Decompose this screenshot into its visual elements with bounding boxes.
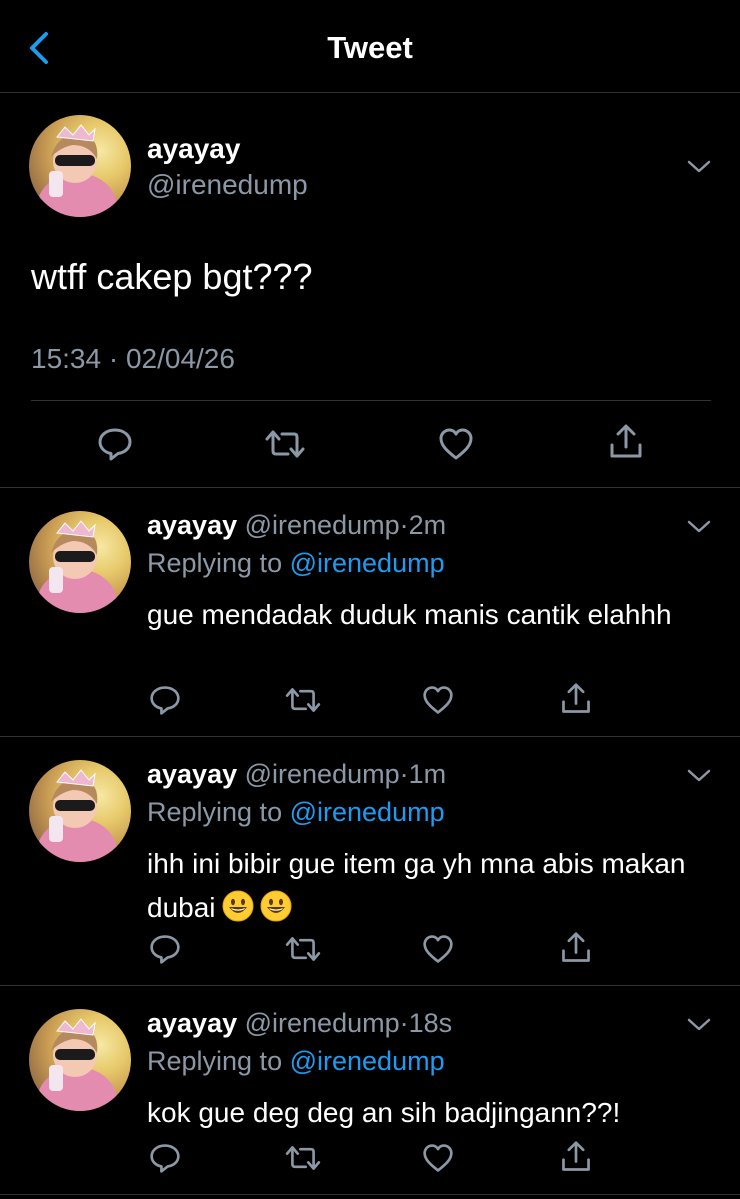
- reply-header: ayayay @irenedump·1m: [147, 759, 446, 790]
- chevron-down-icon[interactable]: [686, 768, 712, 784]
- reply-tweet[interactable]: ayayay @irenedump·18s Replying to @irene…: [0, 986, 740, 1195]
- mention-link[interactable]: @irenedump: [290, 548, 445, 578]
- user-handle[interactable]: @irenedump: [245, 510, 400, 540]
- like-icon[interactable]: [421, 684, 455, 716]
- like-icon[interactable]: [421, 933, 455, 965]
- share-icon[interactable]: [607, 423, 645, 461]
- share-icon[interactable]: [559, 1140, 593, 1174]
- reply-header: ayayay @irenedump·18s: [147, 1008, 452, 1039]
- display-name[interactable]: ayayay: [147, 1008, 237, 1038]
- divider: [31, 400, 711, 401]
- tweet-text: wtff cakep bgt???: [31, 256, 313, 297]
- replying-to: Replying to @irenedump: [147, 548, 445, 579]
- reply-time: 2m: [408, 510, 447, 540]
- chevron-down-icon[interactable]: [686, 519, 712, 535]
- separator-dot: ·: [399, 510, 409, 540]
- replying-prefix: Replying to: [147, 797, 283, 827]
- reply-time: 1m: [408, 759, 447, 789]
- retweet-icon[interactable]: [284, 934, 322, 964]
- mention-link[interactable]: @irenedump: [290, 1046, 445, 1076]
- display-name[interactable]: ayayay: [147, 510, 237, 540]
- reply-text: gue mendadak duduk manis cantik elahhh: [147, 599, 672, 630]
- like-icon[interactable]: [421, 1142, 455, 1174]
- reply-text-container: ihh ini bibir gue item ga yh mna abis ma…: [147, 842, 707, 930]
- reply-icon[interactable]: [148, 684, 182, 716]
- chevron-down-icon[interactable]: [686, 159, 712, 175]
- display-name[interactable]: ayayay: [147, 133, 240, 165]
- reply-text: kok gue deg deg an sih badjingann??!: [147, 1097, 621, 1128]
- user-handle[interactable]: @irenedump: [147, 169, 308, 201]
- separator-dot: ·: [399, 1008, 409, 1038]
- reply-icon[interactable]: [96, 426, 134, 462]
- user-handle[interactable]: @irenedump: [245, 1008, 400, 1038]
- reply-tweet[interactable]: ayayay @irenedump·1m Replying to @irened…: [0, 737, 740, 986]
- retweet-icon[interactable]: [264, 427, 306, 461]
- reply-icon[interactable]: [148, 933, 182, 965]
- reply-icon[interactable]: [148, 1142, 182, 1174]
- replying-prefix: Replying to: [147, 548, 283, 578]
- reply-tweet[interactable]: ayayay @irenedump·2m Replying to @irened…: [0, 488, 740, 737]
- avatar[interactable]: [29, 1009, 131, 1111]
- grinning-face-icon: [222, 890, 254, 922]
- user-handle[interactable]: @irenedump: [245, 759, 400, 789]
- retweet-icon[interactable]: [284, 1143, 322, 1173]
- main-tweet: ayayay @irenedump wtff cakep bgt??? 15:3…: [0, 93, 740, 488]
- page-title: Tweet: [327, 30, 413, 65]
- avatar[interactable]: [29, 115, 131, 217]
- mention-link[interactable]: @irenedump: [290, 797, 445, 827]
- replying-to: Replying to @irenedump: [147, 797, 445, 828]
- replying-prefix: Replying to: [147, 1046, 283, 1076]
- avatar[interactable]: [29, 760, 131, 862]
- top-bar: Tweet: [0, 0, 740, 93]
- replying-to: Replying to @irenedump: [147, 1046, 445, 1077]
- chevron-down-icon[interactable]: [686, 1017, 712, 1033]
- reply-time: 18s: [408, 1008, 453, 1038]
- grinning-face-icon: [260, 890, 292, 922]
- share-icon[interactable]: [559, 931, 593, 965]
- avatar[interactable]: [29, 511, 131, 613]
- like-icon[interactable]: [437, 426, 475, 462]
- retweet-icon[interactable]: [284, 685, 322, 715]
- share-icon[interactable]: [559, 682, 593, 716]
- display-name[interactable]: ayayay: [147, 759, 237, 789]
- reply-header: ayayay @irenedump·2m: [147, 510, 446, 541]
- tweet-timestamp: 15:34 · 02/04/26: [31, 343, 235, 374]
- separator-dot: ·: [399, 759, 409, 789]
